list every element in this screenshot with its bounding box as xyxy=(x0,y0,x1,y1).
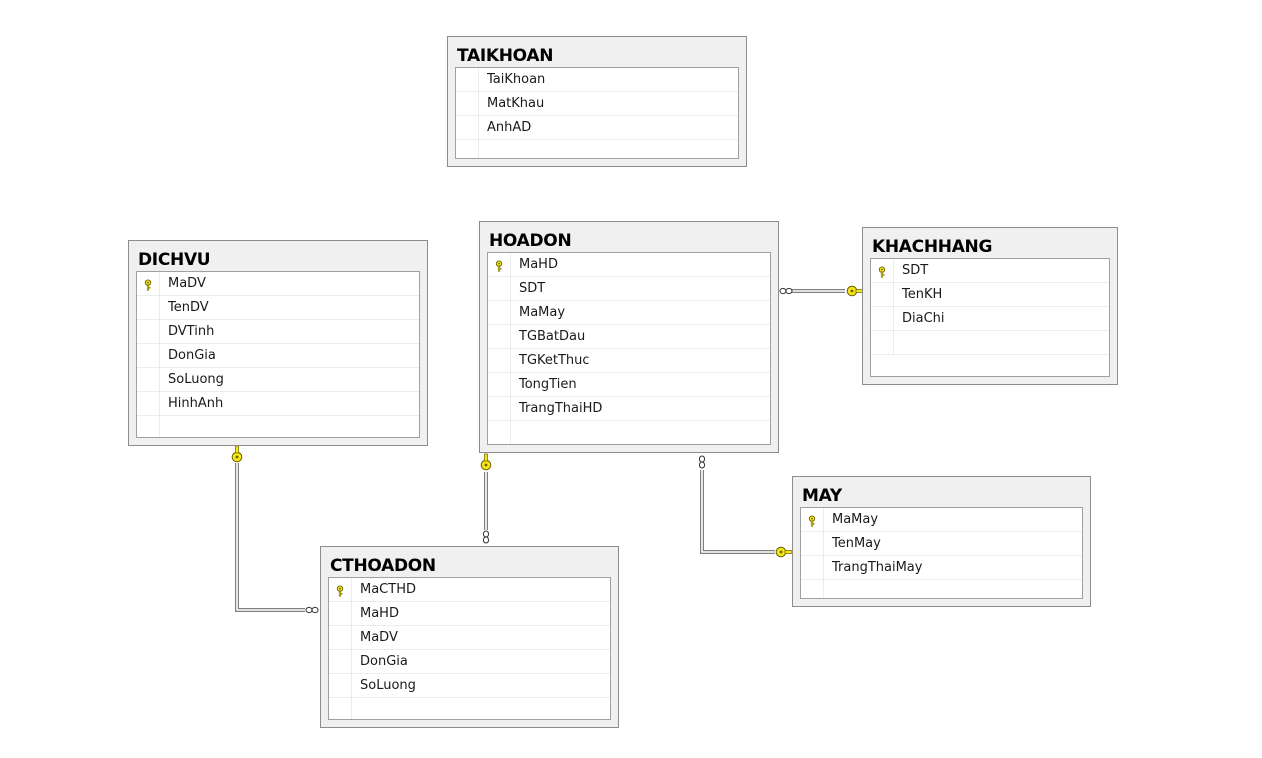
column-row[interactable]: AnhAD xyxy=(456,116,738,140)
key-icon xyxy=(231,445,243,463)
column-row[interactable]: SDT xyxy=(488,277,770,301)
column-name: SDT xyxy=(902,263,929,278)
column-grid: TaiKhoan MatKhau AnhAD xyxy=(455,67,739,159)
column-name: SoLuong xyxy=(360,678,416,693)
column-name: MaCTHD xyxy=(360,582,416,597)
column-row[interactable]: TGKetThuc xyxy=(488,349,770,373)
column-name: MatKhau xyxy=(487,96,545,111)
relationship-cthoadon-hoadon[interactable] xyxy=(480,453,492,544)
column-name: TaiKhoan xyxy=(487,72,546,87)
column-name: DonGia xyxy=(168,348,216,363)
table-may[interactable]: MAY MaMay TenMay TrangThaiMay xyxy=(792,476,1091,607)
column-name: MaDV xyxy=(168,276,206,291)
empty-row[interactable] xyxy=(137,416,419,437)
column-grid: MaCTHD MaHD MaDV DonGia SoLuong xyxy=(328,577,611,720)
column-row[interactable]: DonGia xyxy=(329,650,610,674)
empty-row[interactable] xyxy=(456,140,738,158)
key-icon xyxy=(775,546,793,558)
column-name: AnhAD xyxy=(487,120,532,135)
column-row[interactable]: TrangThaiHD xyxy=(488,397,770,421)
relationship-cthoadon-dichvu[interactable] xyxy=(231,445,319,614)
primary-key-icon xyxy=(876,265,888,278)
table-title: TAIKHOAN xyxy=(457,46,554,66)
column-row[interactable]: MaDV xyxy=(329,626,610,650)
er-diagram: TAIKHOAN TaiKhoan MatKhau AnhAD HOADON MaHD SD… xyxy=(0,0,1262,758)
column-row[interactable]: TGBatDau xyxy=(488,325,770,349)
empty-row[interactable] xyxy=(871,331,1109,355)
column-name: TrangThaiMay xyxy=(832,560,923,575)
primary-key-icon xyxy=(806,514,818,527)
table-title: CTHOADON xyxy=(330,556,436,576)
table-title: MAY xyxy=(802,486,842,506)
column-name: DVTinh xyxy=(168,324,215,339)
column-grid: MaHD SDT MaMay TGBatDau TGKetThuc TongTien Tra… xyxy=(487,252,771,445)
column-row[interactable]: MatKhau xyxy=(456,92,738,116)
table-taikhoan[interactable]: TAIKHOAN TaiKhoan MatKhau AnhAD xyxy=(447,36,747,167)
column-name: MaHD xyxy=(360,606,399,621)
infinity-icon xyxy=(305,606,319,614)
column-name: MaMay xyxy=(832,512,879,527)
primary-key-icon xyxy=(334,584,346,597)
infinity-icon xyxy=(698,455,706,469)
column-row[interactable]: TongTien xyxy=(488,373,770,397)
column-name: MaMay xyxy=(519,305,566,320)
infinity-icon xyxy=(779,287,793,295)
table-title: DICHVU xyxy=(138,250,211,270)
key-icon xyxy=(480,453,492,471)
primary-key-icon xyxy=(142,278,154,291)
table-dichvu[interactable]: DICHVU MaDV TenDV DVTinh DonGia SoLuong HinhAn… xyxy=(128,240,428,446)
column-name: HinhAnh xyxy=(168,396,224,411)
column-row[interactable]: MaHD xyxy=(329,602,610,626)
column-row[interactable]: MaDV xyxy=(137,272,419,296)
column-row[interactable]: TaiKhoan xyxy=(456,68,738,92)
relationship-hoadon-khachhang[interactable] xyxy=(779,285,864,297)
column-row[interactable]: MaHD xyxy=(488,253,770,277)
column-grid: MaDV TenDV DVTinh DonGia SoLuong HinhAnh xyxy=(136,271,420,438)
column-name: DiaChi xyxy=(902,311,945,326)
table-khachhang[interactable]: KHACHHANG SDT TenKH DiaChi xyxy=(862,227,1118,385)
column-row[interactable]: SoLuong xyxy=(329,674,610,698)
column-row[interactable]: MaCTHD xyxy=(329,578,610,602)
column-row[interactable]: TenDV xyxy=(137,296,419,320)
column-name: DonGia xyxy=(360,654,408,669)
column-name: MaDV xyxy=(360,630,398,645)
column-name: TongTien xyxy=(519,377,577,392)
column-row[interactable]: DonGia xyxy=(137,344,419,368)
column-name: TenDV xyxy=(168,300,209,315)
table-title: HOADON xyxy=(489,231,572,251)
column-name: TGKetThuc xyxy=(519,353,590,368)
column-row[interactable]: TrangThaiMay xyxy=(801,556,1082,580)
column-row[interactable]: SoLuong xyxy=(137,368,419,392)
key-icon xyxy=(846,285,864,297)
column-row[interactable]: MaMay xyxy=(488,301,770,325)
column-name: TenMay xyxy=(832,536,881,551)
column-name: MaHD xyxy=(519,257,558,272)
empty-row[interactable] xyxy=(329,698,610,719)
column-grid: MaMay TenMay TrangThaiMay xyxy=(800,507,1083,599)
column-name: SoLuong xyxy=(168,372,224,387)
empty-row[interactable] xyxy=(801,580,1082,598)
column-name: SDT xyxy=(519,281,546,296)
column-name: TrangThaiHD xyxy=(519,401,603,416)
infinity-icon xyxy=(482,530,490,544)
relationship-hoadon-may[interactable] xyxy=(698,455,793,558)
column-row[interactable]: TenMay xyxy=(801,532,1082,556)
table-hoadon[interactable]: HOADON MaHD SDT MaMay TGBatDau TGKetThuc TongT… xyxy=(479,221,779,453)
table-cthoadon[interactable]: CTHOADON MaCTHD MaHD MaDV DonGia SoLuong xyxy=(320,546,619,728)
column-row[interactable]: MaMay xyxy=(801,508,1082,532)
column-row[interactable]: DVTinh xyxy=(137,320,419,344)
column-name: TGBatDau xyxy=(519,329,586,344)
column-grid: SDT TenKH DiaChi xyxy=(870,258,1110,377)
empty-row[interactable] xyxy=(488,421,770,444)
column-name: TenKH xyxy=(902,287,943,302)
column-row[interactable]: TenKH xyxy=(871,283,1109,307)
column-row[interactable]: DiaChi xyxy=(871,307,1109,331)
primary-key-icon xyxy=(493,259,505,272)
table-title: KHACHHANG xyxy=(872,237,993,257)
column-row[interactable]: SDT xyxy=(871,259,1109,283)
column-row[interactable]: HinhAnh xyxy=(137,392,419,416)
